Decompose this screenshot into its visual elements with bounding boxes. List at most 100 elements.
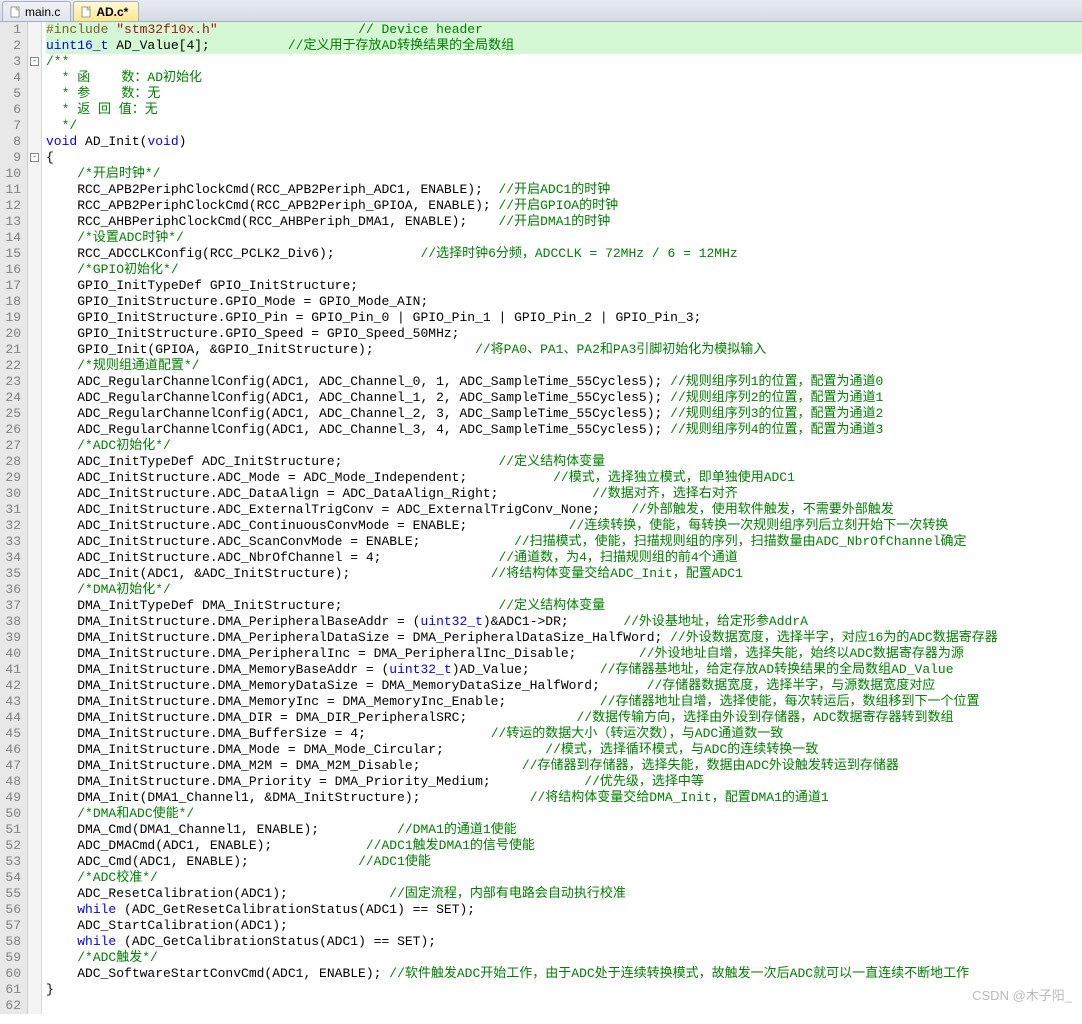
code-line[interactable]: ADC_InitStructure.ADC_DataAlign = ADC_Da… bbox=[46, 486, 1082, 502]
fold-toggle[interactable]: - bbox=[30, 57, 39, 66]
tab-main-c[interactable]: main.c bbox=[2, 1, 71, 21]
fold-cell bbox=[28, 390, 41, 406]
code-line[interactable]: * 函 数：AD初始化 bbox=[46, 70, 1082, 86]
code-line[interactable]: ADC_RegularChannelConfig(ADC1, ADC_Chann… bbox=[46, 422, 1082, 438]
fold-cell bbox=[28, 854, 41, 870]
code-line[interactable]: ADC_InitStructure.ADC_NbrOfChannel = 4; … bbox=[46, 550, 1082, 566]
code-line[interactable]: DMA_InitStructure.DMA_Mode = DMA_Mode_Ci… bbox=[46, 742, 1082, 758]
fold-cell bbox=[28, 486, 41, 502]
code-editor[interactable]: 1234567891011121314151617181920212223242… bbox=[0, 22, 1082, 1014]
tab-ad-c[interactable]: AD.c* bbox=[73, 1, 139, 21]
code-line[interactable]: RCC_APB2PeriphClockCmd(RCC_APB2Periph_AD… bbox=[46, 182, 1082, 198]
line-number: 46 bbox=[4, 742, 21, 758]
code-line[interactable]: * 参 数：无 bbox=[46, 86, 1082, 102]
line-number: 47 bbox=[4, 758, 21, 774]
code-line[interactable]: ADC_ResetCalibration(ADC1); //固定流程，内部有电路… bbox=[46, 886, 1082, 902]
code-line[interactable]: * 返 回 值：无 bbox=[46, 102, 1082, 118]
fold-cell bbox=[28, 22, 41, 38]
code-line[interactable]: RCC_AHBPeriphClockCmd(RCC_AHBPeriph_DMA1… bbox=[46, 214, 1082, 230]
code-line[interactable]: DMA_InitStructure.DMA_M2M = DMA_M2M_Disa… bbox=[46, 758, 1082, 774]
line-number: 9 bbox=[4, 150, 21, 166]
code-line[interactable]: /*设置ADC时钟*/ bbox=[46, 230, 1082, 246]
code-area[interactable]: #include "stm32f10x.h" // Device headeru… bbox=[42, 22, 1082, 1014]
fold-cell bbox=[28, 710, 41, 726]
code-line[interactable]: /*ADC触发*/ bbox=[46, 950, 1082, 966]
code-line[interactable]: ADC_RegularChannelConfig(ADC1, ADC_Chann… bbox=[46, 406, 1082, 422]
code-line[interactable]: while (ADC_GetResetCalibrationStatus(ADC… bbox=[46, 902, 1082, 918]
line-number: 12 bbox=[4, 198, 21, 214]
code-line[interactable]: ADC_InitStructure.ADC_Mode = ADC_Mode_In… bbox=[46, 470, 1082, 486]
code-line[interactable]: DMA_InitStructure.DMA_MemoryDataSize = D… bbox=[46, 678, 1082, 694]
line-number: 35 bbox=[4, 566, 21, 582]
fold-cell bbox=[28, 838, 41, 854]
code-line[interactable]: ADC_InitTypeDef ADC_InitStructure; //定义结… bbox=[46, 454, 1082, 470]
code-line[interactable]: DMA_InitTypeDef DMA_InitStructure; //定义结… bbox=[46, 598, 1082, 614]
code-line[interactable]: ADC_RegularChannelConfig(ADC1, ADC_Chann… bbox=[46, 374, 1082, 390]
fold-toggle[interactable]: - bbox=[30, 153, 39, 162]
code-line[interactable]: /*DMA和ADC使能*/ bbox=[46, 806, 1082, 822]
code-line[interactable]: void AD_Init(void) bbox=[46, 134, 1082, 150]
code-line[interactable]: uint16_t AD_Value[4]; //定义用于存放AD转换结果的全局数… bbox=[46, 38, 1082, 54]
code-line[interactable]: while (ADC_GetCalibrationStatus(ADC1) ==… bbox=[46, 934, 1082, 950]
fold-cell bbox=[28, 86, 41, 102]
code-line[interactable]: RCC_APB2PeriphClockCmd(RCC_APB2Periph_GP… bbox=[46, 198, 1082, 214]
line-number: 6 bbox=[4, 102, 21, 118]
line-number: 53 bbox=[4, 854, 21, 870]
line-number: 43 bbox=[4, 694, 21, 710]
code-line[interactable]: ADC_InitStructure.ADC_ExternalTrigConv =… bbox=[46, 502, 1082, 518]
code-line[interactable]: GPIO_InitStructure.GPIO_Pin = GPIO_Pin_0… bbox=[46, 310, 1082, 326]
code-line[interactable]: GPIO_InitStructure.GPIO_Mode = GPIO_Mode… bbox=[46, 294, 1082, 310]
line-number: 25 bbox=[4, 406, 21, 422]
fold-cell bbox=[28, 134, 41, 150]
code-line[interactable]: GPIO_InitStructure.GPIO_Speed = GPIO_Spe… bbox=[46, 326, 1082, 342]
code-line[interactable]: /*开启时钟*/ bbox=[46, 166, 1082, 182]
code-line[interactable]: ADC_InitStructure.ADC_ScanConvMode = ENA… bbox=[46, 534, 1082, 550]
code-line[interactable]: DMA_InitStructure.DMA_DIR = DMA_DIR_Peri… bbox=[46, 710, 1082, 726]
code-line[interactable]: /*ADC校准*/ bbox=[46, 870, 1082, 886]
line-number: 61 bbox=[4, 982, 21, 998]
fold-cell bbox=[28, 182, 41, 198]
code-line[interactable]: /*规则组通道配置*/ bbox=[46, 358, 1082, 374]
code-line[interactable]: /*ADC初始化*/ bbox=[46, 438, 1082, 454]
code-line[interactable]: GPIO_InitTypeDef GPIO_InitStructure; bbox=[46, 278, 1082, 294]
fold-cell bbox=[28, 550, 41, 566]
line-number: 28 bbox=[4, 454, 21, 470]
code-line[interactable]: DMA_InitStructure.DMA_Priority = DMA_Pri… bbox=[46, 774, 1082, 790]
code-line[interactable]: ADC_DMACmd(ADC1, ENABLE); //ADC1触发DMA1的信… bbox=[46, 838, 1082, 854]
line-number: 13 bbox=[4, 214, 21, 230]
code-line[interactable]: GPIO_Init(GPIOA, &GPIO_InitStructure); /… bbox=[46, 342, 1082, 358]
code-line[interactable]: */ bbox=[46, 118, 1082, 134]
code-line[interactable]: /*GPIO初始化*/ bbox=[46, 262, 1082, 278]
code-line[interactable]: ADC_InitStructure.ADC_ContinuousConvMode… bbox=[46, 518, 1082, 534]
line-number: 45 bbox=[4, 726, 21, 742]
fold-cell bbox=[28, 342, 41, 358]
line-number: 10 bbox=[4, 166, 21, 182]
code-line[interactable]: DMA_Cmd(DMA1_Channel1, ENABLE); //DMA1的通… bbox=[46, 822, 1082, 838]
code-line[interactable]: DMA_InitStructure.DMA_PeripheralDataSize… bbox=[46, 630, 1082, 646]
code-line[interactable]: { bbox=[46, 150, 1082, 166]
fold-cell bbox=[28, 598, 41, 614]
code-line[interactable]: ADC_StartCalibration(ADC1); bbox=[46, 918, 1082, 934]
code-line[interactable]: #include "stm32f10x.h" // Device header bbox=[46, 22, 1082, 38]
code-line[interactable]: DMA_InitStructure.DMA_MemoryInc = DMA_Me… bbox=[46, 694, 1082, 710]
line-number: 34 bbox=[4, 550, 21, 566]
code-line[interactable]: /*DMA初始化*/ bbox=[46, 582, 1082, 598]
line-number: 26 bbox=[4, 422, 21, 438]
line-number: 5 bbox=[4, 86, 21, 102]
code-line[interactable]: ADC_Cmd(ADC1, ENABLE); //ADC1使能 bbox=[46, 854, 1082, 870]
code-line[interactable]: DMA_InitStructure.DMA_BufferSize = 4; //… bbox=[46, 726, 1082, 742]
code-line[interactable]: ADC_Init(ADC1, &ADC_InitStructure); //将结… bbox=[46, 566, 1082, 582]
code-line[interactable]: DMA_InitStructure.DMA_MemoryBaseAddr = (… bbox=[46, 662, 1082, 678]
line-number: 31 bbox=[4, 502, 21, 518]
file-icon bbox=[80, 6, 92, 18]
code-line[interactable]: DMA_InitStructure.DMA_PeripheralInc = DM… bbox=[46, 646, 1082, 662]
code-line[interactable] bbox=[46, 998, 1082, 1014]
code-line[interactable]: ADC_SoftwareStartConvCmd(ADC1, ENABLE); … bbox=[46, 966, 1082, 982]
code-line[interactable]: DMA_Init(DMA1_Channel1, &DMA_InitStructu… bbox=[46, 790, 1082, 806]
code-line[interactable]: /** bbox=[46, 54, 1082, 70]
code-line[interactable]: RCC_ADCCLKConfig(RCC_PCLK2_Div6); //选择时钟… bbox=[46, 246, 1082, 262]
code-line[interactable]: ADC_RegularChannelConfig(ADC1, ADC_Chann… bbox=[46, 390, 1082, 406]
fold-cell bbox=[28, 310, 41, 326]
code-line[interactable]: } bbox=[46, 982, 1082, 998]
code-line[interactable]: DMA_InitStructure.DMA_PeripheralBaseAddr… bbox=[46, 614, 1082, 630]
